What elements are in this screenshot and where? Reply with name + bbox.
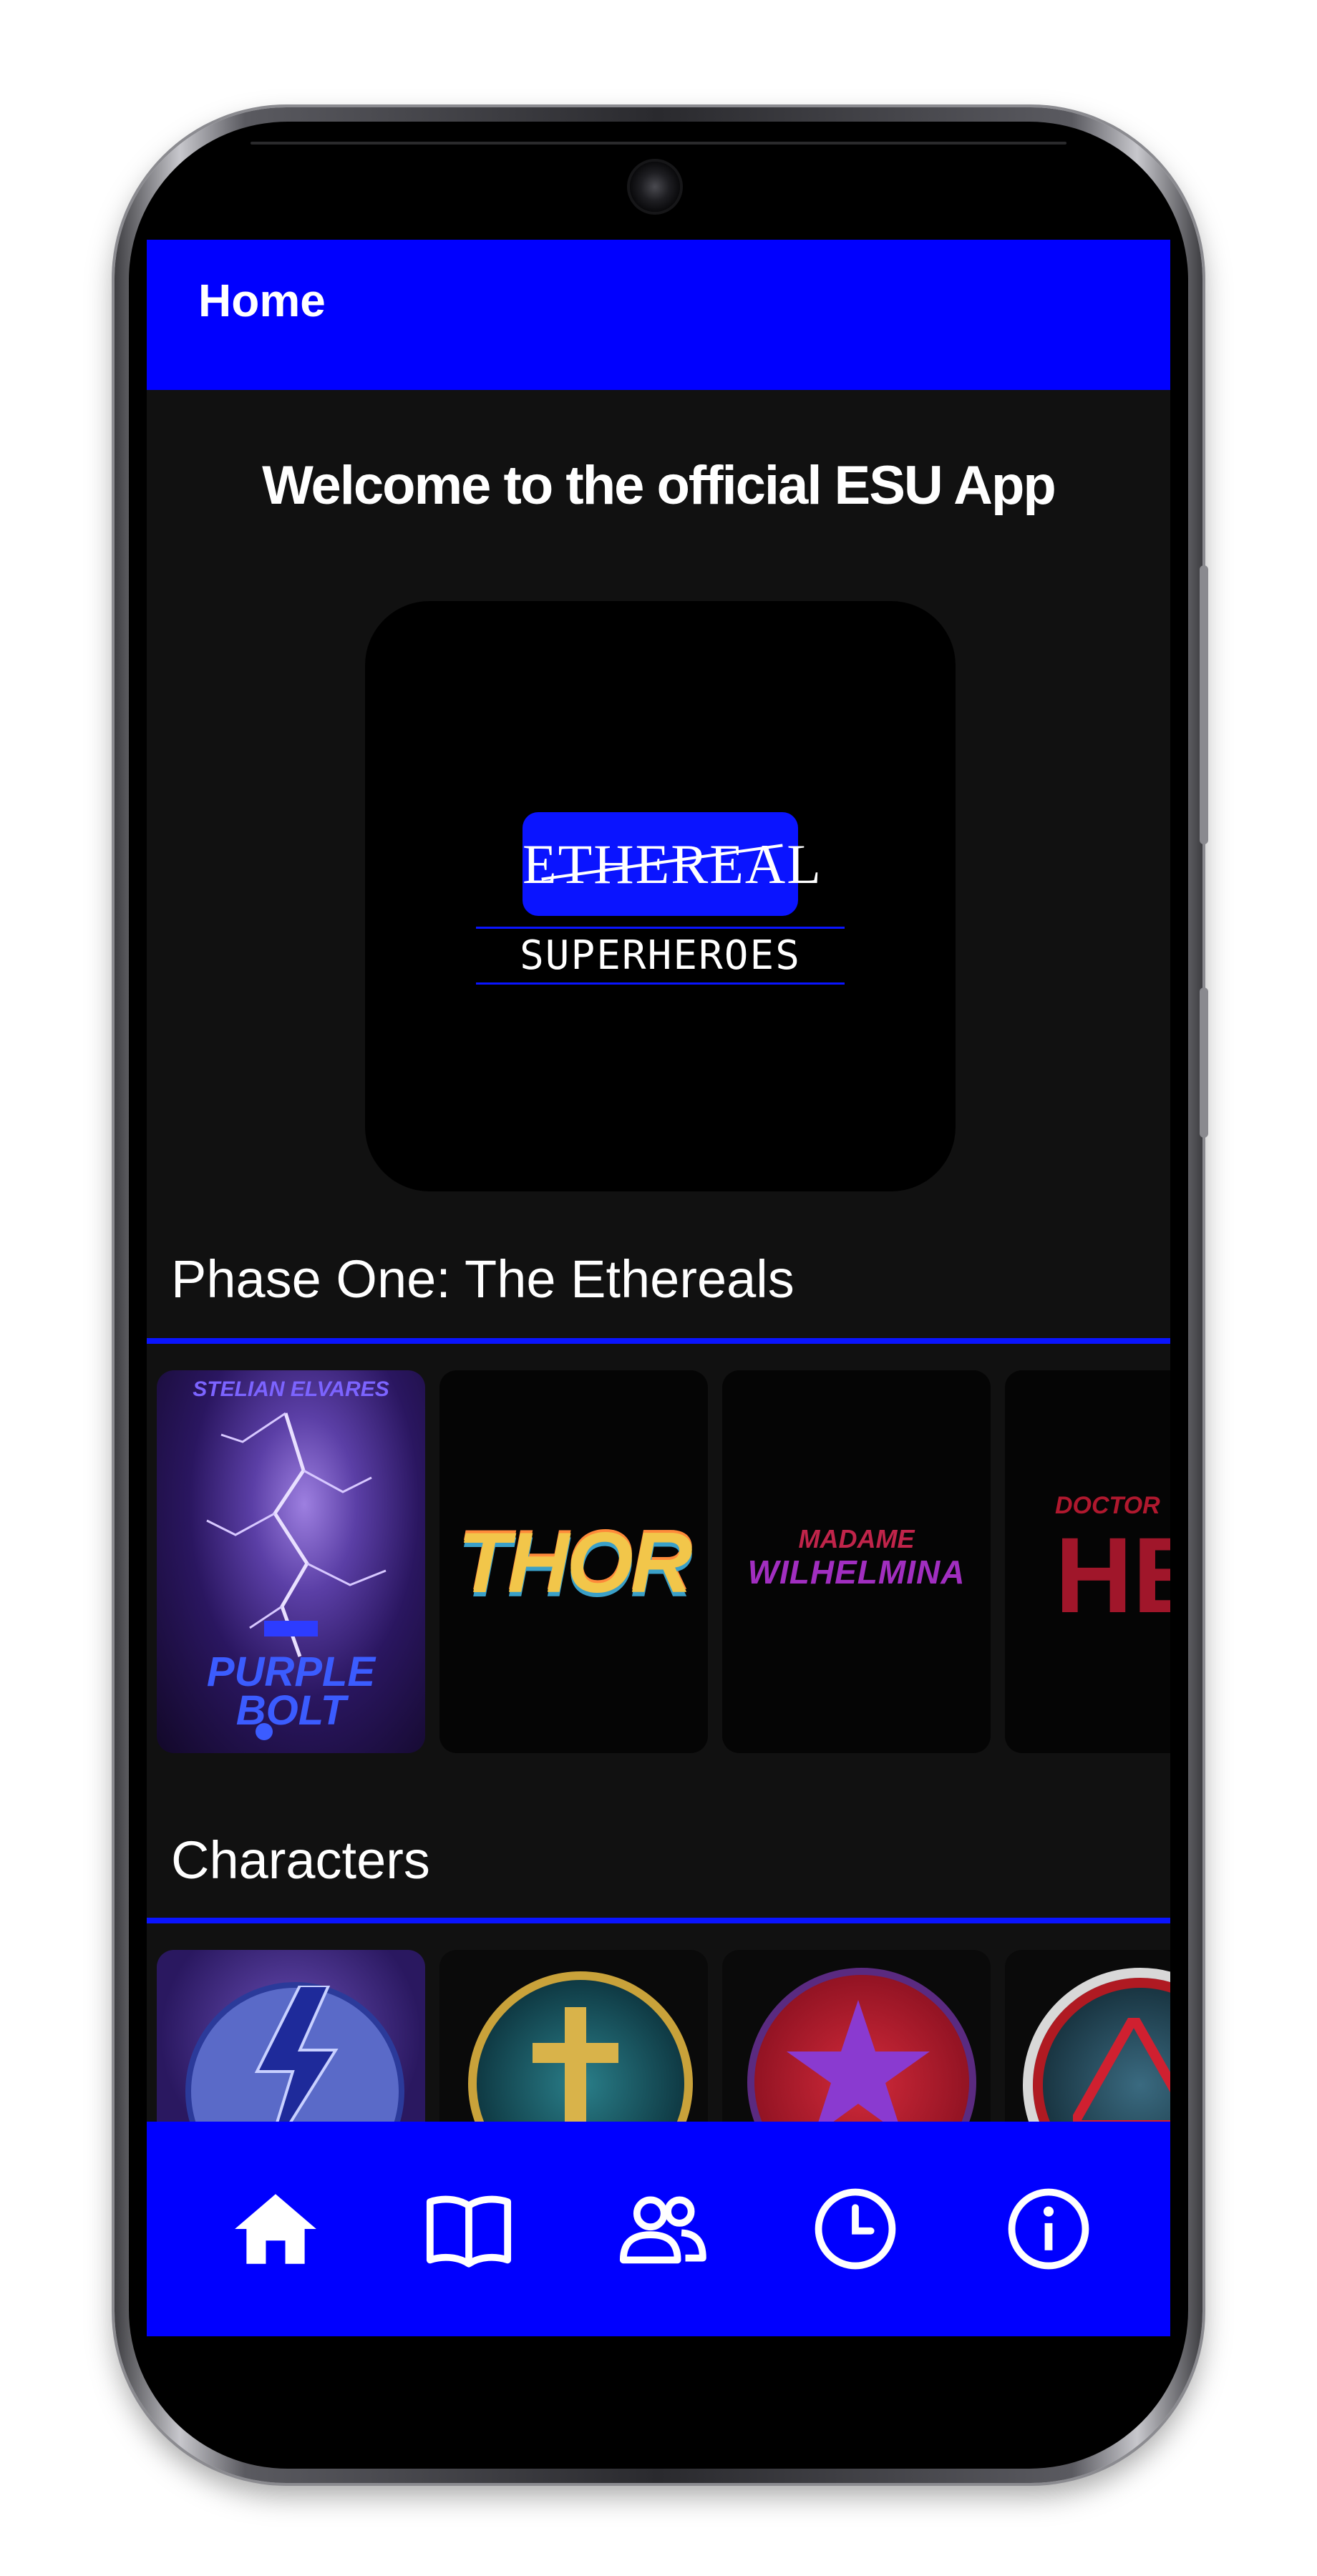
- app-screen: Home Welcome to the official ESU App ETH…: [147, 240, 1170, 2336]
- movie-card-purple-bolt[interactable]: STELIAN ELVARES PURPLE BOLT: [157, 1370, 425, 1753]
- nav-timeline[interactable]: [805, 2182, 905, 2275]
- movie-card-doctor-hex[interactable]: DOCTOR HEX: [1005, 1370, 1170, 1753]
- app-bar: Home: [147, 240, 1170, 390]
- poster-credit-text: STELIAN ELVARES: [193, 1377, 389, 1401]
- triangle-glyph: [1073, 2018, 1170, 2125]
- hex-logo-line2: HEX: [1055, 1515, 1170, 1635]
- section-divider: [147, 1918, 1170, 1923]
- info-icon: [1008, 2188, 1089, 2270]
- section-title-phase-one: Phase One: The Ethereals: [171, 1249, 794, 1309]
- page-title: Home: [198, 275, 326, 326]
- people-icon: [619, 2196, 706, 2264]
- book-icon: [426, 2195, 512, 2268]
- logo-ethereal-text: ETHEREAL: [523, 833, 822, 895]
- madame-logo-line2: WILHELMINA: [747, 1553, 966, 1591]
- home-icon: [235, 2194, 316, 2264]
- madame-logo-line1: MADAME: [798, 1524, 915, 1553]
- nav-characters[interactable]: [612, 2182, 712, 2275]
- nav-info[interactable]: [998, 2182, 1099, 2275]
- welcome-heading: Welcome to the official ESU App: [262, 455, 1056, 516]
- section-title-characters: Characters: [171, 1830, 430, 1890]
- nav-book[interactable]: [419, 2182, 519, 2275]
- thor-logo: THOR: [457, 1515, 693, 1611]
- section-divider: [147, 1338, 1170, 1344]
- clock-icon: [815, 2188, 896, 2270]
- nav-home[interactable]: [225, 2182, 326, 2275]
- app-logo: ETHEREAL SUPERHEROES: [365, 601, 956, 1191]
- volume-button: [1200, 565, 1208, 844]
- power-button: [1200, 987, 1208, 1138]
- logo-ethereal: ETHEREAL: [523, 812, 821, 916]
- poster-title-text: PURPLE BOLT: [206, 1649, 376, 1734]
- movie-card-madame-wilhelmina[interactable]: MADAME WILHELMINA: [722, 1370, 991, 1753]
- front-camera: [630, 162, 680, 212]
- speaker-grille: [251, 142, 1066, 145]
- bottom-navigation: [147, 2122, 1170, 2336]
- logo-superheroes: SUPERHEROES: [476, 927, 845, 985]
- movie-card-thor[interactable]: THOR: [439, 1370, 708, 1753]
